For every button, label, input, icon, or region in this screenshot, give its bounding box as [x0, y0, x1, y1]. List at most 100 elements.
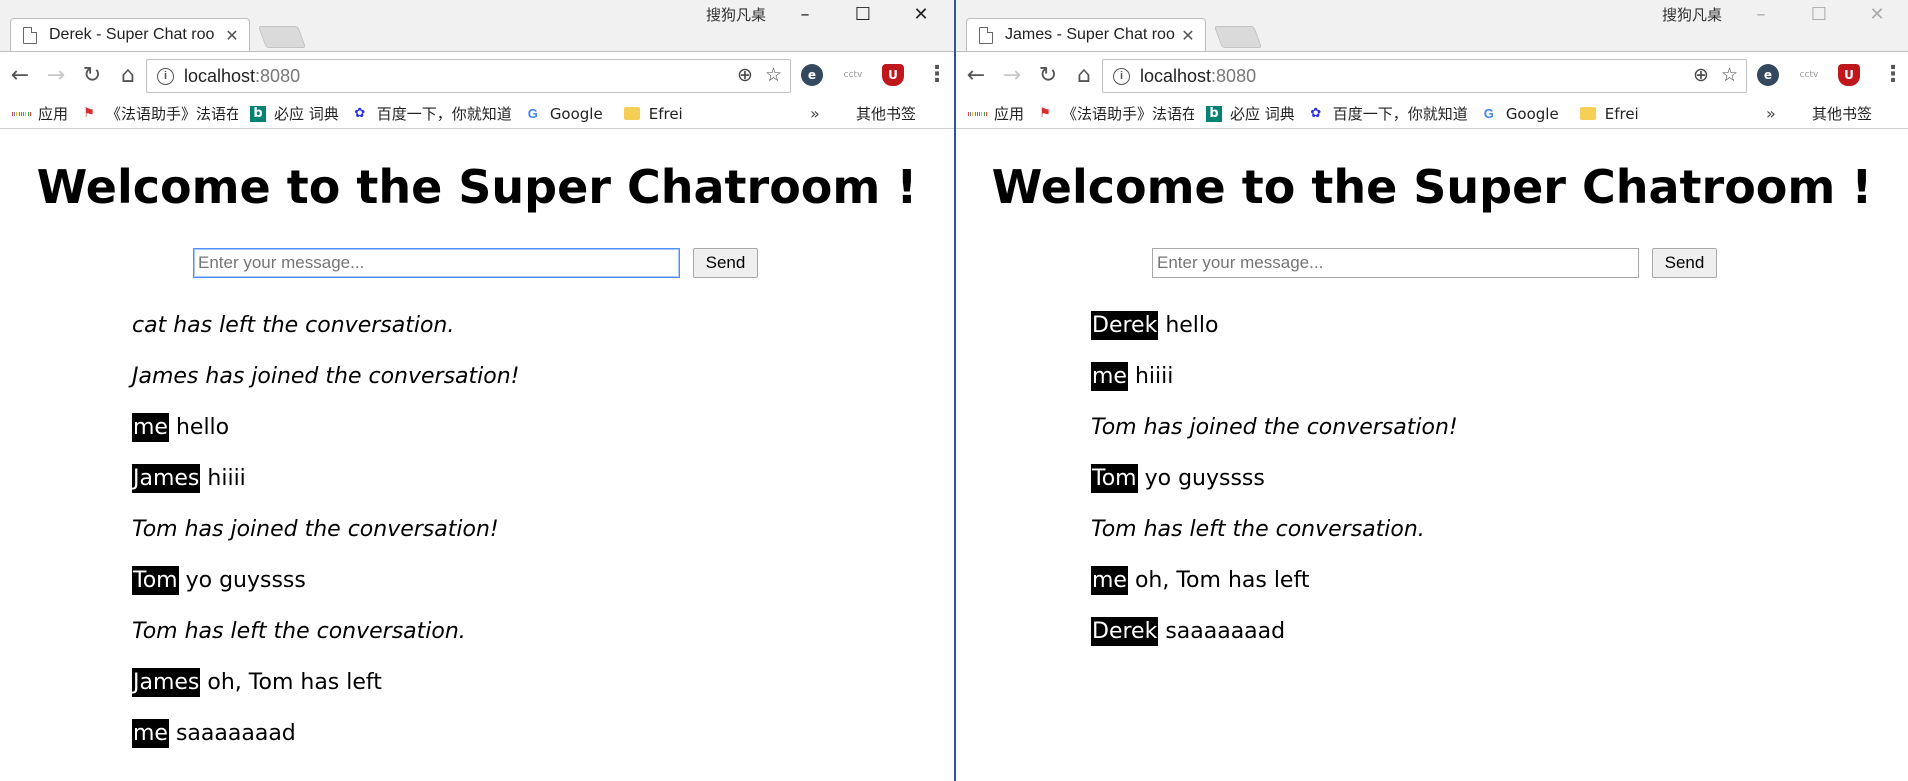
french-flag-icon: ⚑: [1039, 106, 1051, 121]
message-text: James has joined the conversation!: [132, 364, 520, 389]
message-author: Tom: [1091, 464, 1138, 493]
browser-toolbar: ← → ↻ ⌂ i localhost:8080 ⊕ ☆ e cctv U ⋮: [0, 51, 954, 99]
home-icon[interactable]: ⌂: [110, 63, 146, 88]
bookmark-efrei[interactable]: Efrei: [623, 105, 683, 123]
bookmark-french-helper[interactable]: ⚑ 《法语助手》法语在: [1036, 103, 1194, 124]
address-bar[interactable]: i localhost:8080 ⊕ ☆: [1102, 59, 1747, 93]
google-g-icon: G: [527, 106, 538, 121]
message-text: oh, Tom has left: [207, 670, 382, 695]
bookmark-google[interactable]: G Google: [524, 105, 603, 123]
bookmark-other[interactable]: 其他书签: [1804, 103, 1872, 124]
bookmark-apps[interactable]: 应用: [968, 103, 1024, 124]
zoom-icon[interactable]: ⊕: [737, 64, 753, 87]
extension-e-icon[interactable]: e: [1757, 64, 1779, 86]
minimize-icon[interactable]: –: [1732, 0, 1790, 28]
chat-message: Derek saaaaaaad: [1091, 606, 1458, 657]
maximize-icon[interactable]: ☐: [1790, 0, 1848, 28]
bookmark-baidu[interactable]: ✿ 百度一下，你就知道: [351, 103, 511, 124]
extension-cctv-icon[interactable]: cctv: [1798, 64, 1820, 86]
maximize-icon[interactable]: ☐: [834, 0, 892, 28]
chat-message: me hiiii: [1091, 351, 1458, 402]
info-icon[interactable]: i: [1113, 67, 1130, 85]
send-button[interactable]: Send: [693, 248, 758, 278]
bookmark-google[interactable]: G Google: [1480, 105, 1559, 123]
system-message: James has joined the conversation!: [132, 351, 520, 402]
system-message: cat has left the conversation.: [132, 300, 520, 351]
extension-shield-icon[interactable]: U: [882, 64, 904, 86]
info-icon[interactable]: i: [157, 67, 174, 85]
google-g-icon: G: [1483, 106, 1494, 121]
message-author: me: [132, 413, 169, 442]
tab-close-icon[interactable]: ✕: [1179, 26, 1197, 45]
new-tab-button[interactable]: [1213, 26, 1263, 48]
message-author: James: [132, 668, 201, 697]
message-text: saaaaaaad: [175, 721, 296, 746]
address-bar[interactable]: i localhost:8080 ⊕ ☆: [146, 59, 791, 93]
tab-close-icon[interactable]: ✕: [223, 26, 241, 45]
arrow-left-icon[interactable]: ←: [2, 63, 38, 88]
more-vert-icon[interactable]: ⋮: [926, 62, 948, 87]
bookmark-bing-dict[interactable]: b 必应 词典: [1206, 103, 1295, 124]
bookmark-bing-dict[interactable]: b 必应 词典: [250, 103, 339, 124]
message-author: me: [1091, 362, 1128, 391]
message-text: Tom has left the conversation.: [1091, 517, 1425, 542]
message-author: me: [1091, 566, 1128, 595]
bookmarks-overflow-icon[interactable]: »: [810, 104, 820, 123]
home-icon[interactable]: ⌂: [1066, 63, 1102, 88]
bookmark-other[interactable]: 其他书签: [848, 103, 916, 124]
page-title: Welcome to the Super Chatroom !: [36, 160, 918, 214]
minimize-icon[interactable]: –: [776, 0, 834, 28]
page-title: Welcome to the Super Chatroom !: [991, 160, 1873, 214]
bookmark-french-helper[interactable]: ⚑ 《法语助手》法语在: [80, 103, 238, 124]
bookmarks-bar: 应用 ⚑ 《法语助手》法语在 b 必应 词典 ✿ 百度一下，你就知道 G Goo…: [0, 99, 954, 129]
close-icon[interactable]: ✕: [892, 0, 950, 28]
new-tab-button[interactable]: [257, 26, 307, 48]
tab-derek[interactable]: Derek - Super Chat roo ✕: [10, 18, 250, 51]
message-list: Derek hello me hiiii Tom has joined the conv…: [1091, 300, 1458, 657]
folder-icon: [1579, 106, 1597, 122]
message-text: Tom has joined the conversation!: [132, 517, 499, 542]
zoom-icon[interactable]: ⊕: [1693, 64, 1709, 87]
system-message: Tom has left the conversation.: [1091, 504, 1458, 555]
message-text: oh, Tom has left: [1134, 568, 1310, 593]
reload-icon[interactable]: ↻: [74, 63, 110, 88]
extension-shield-icon[interactable]: U: [1838, 64, 1860, 86]
url-host: localhost: [1140, 65, 1212, 86]
tab-james[interactable]: James - Super Chat roo ✕: [966, 18, 1206, 51]
system-message: Tom has joined the conversation!: [132, 504, 520, 555]
bookmark-efrei[interactable]: Efrei: [1579, 105, 1639, 123]
extension-e-icon[interactable]: e: [801, 64, 823, 86]
browser-toolbar: ← → ↻ ⌂ i localhost:8080 ⊕ ☆ e cctv U ⋮: [956, 51, 1908, 99]
send-button[interactable]: Send: [1652, 248, 1717, 278]
bookmark-baidu[interactable]: ✿ 百度一下，你就知道: [1307, 103, 1467, 124]
message-text: yo guyssss: [185, 568, 306, 593]
more-vert-icon[interactable]: ⋮: [1882, 62, 1904, 87]
message-input[interactable]: [193, 248, 680, 278]
message-author: Derek: [1091, 311, 1159, 340]
message-text: Tom has left the conversation.: [132, 619, 466, 644]
extension-cctv-icon[interactable]: cctv: [842, 64, 864, 86]
bookmarks-bar: 应用 ⚑ 《法语助手》法语在 b 必应 词典 ✿ 百度一下，你就知道 G Goo…: [956, 99, 1908, 129]
star-icon[interactable]: ☆: [765, 64, 782, 87]
bookmark-apps[interactable]: 应用: [12, 103, 68, 124]
window-controls: – ☐ ✕: [1732, 0, 1906, 28]
arrow-right-icon[interactable]: →: [38, 63, 74, 88]
chat-page: Welcome to the Super Chatroom ! Send cat…: [0, 130, 954, 781]
message-text: hiiii: [207, 466, 246, 491]
window-controls: – ☐ ✕: [776, 0, 950, 28]
chat-message: me hello: [132, 402, 520, 453]
star-icon[interactable]: ☆: [1721, 64, 1738, 87]
close-icon[interactable]: ✕: [1848, 0, 1906, 28]
message-text: saaaaaaad: [1165, 619, 1286, 644]
bookmarks-overflow-icon[interactable]: »: [1766, 104, 1776, 123]
arrow-left-icon[interactable]: ←: [958, 63, 994, 88]
message-input[interactable]: [1152, 248, 1639, 278]
address-actions: ⊕ ☆: [1693, 64, 1738, 87]
address-actions: ⊕ ☆: [737, 64, 782, 87]
bing-icon: b: [250, 105, 267, 122]
message-author: Tom: [132, 566, 179, 595]
chat-message: me oh, Tom has left: [1091, 555, 1458, 606]
ime-label: 搜狗凡桌: [1662, 6, 1723, 24]
reload-icon[interactable]: ↻: [1030, 63, 1066, 88]
arrow-right-icon[interactable]: →: [994, 63, 1030, 88]
